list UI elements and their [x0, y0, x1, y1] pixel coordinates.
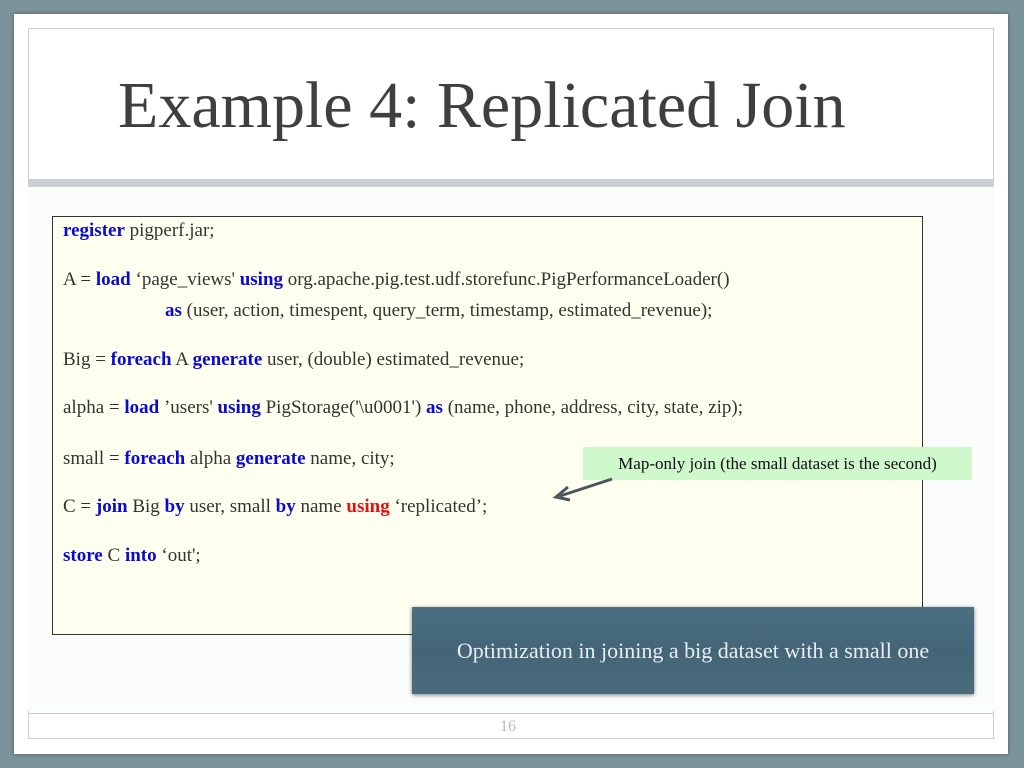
- code-text: user, (double) estimated_revenue;: [262, 349, 525, 370]
- code-line: C = join Big by user, small by name usin…: [63, 496, 487, 518]
- code-text: pigperf.jar;: [124, 220, 215, 241]
- code-text: small =: [63, 448, 125, 469]
- code-keyword: foreach: [110, 349, 172, 370]
- code-text: Big: [127, 496, 165, 517]
- code-line: as (user, action, timespent, query_term,…: [165, 300, 712, 322]
- code-keyword: into: [124, 545, 157, 566]
- code-keyword: register: [63, 220, 125, 241]
- code-line: alpha = load ’users' using PigStorage('\…: [63, 397, 743, 419]
- code-text: (name, phone, address, city, state, zip)…: [442, 397, 743, 418]
- code-text: alpha: [185, 448, 236, 469]
- code-line: Big = foreach A generate user, (double) …: [63, 349, 524, 371]
- footer-divider: [28, 713, 994, 714]
- code-text: A: [171, 349, 193, 370]
- code-text: org.apache.pig.test.udf.storefunc.PigPer…: [283, 269, 730, 290]
- slide-title: Example 4: Replicated Join: [118, 69, 846, 142]
- page-number: 16: [500, 718, 516, 735]
- code-line: store C into ‘out';: [63, 545, 201, 567]
- code-text: ‘out';: [156, 545, 201, 566]
- code-text: ’users': [159, 397, 218, 418]
- code-text: user, small: [184, 496, 276, 517]
- code-keyword: as: [426, 397, 443, 418]
- code-keyword: using: [239, 269, 284, 290]
- code-line: A = load ‘page_views' using org.apache.p…: [63, 269, 730, 291]
- code-text: name: [295, 496, 347, 517]
- arrow-icon: [552, 477, 613, 502]
- code-text: Big =: [63, 349, 111, 370]
- code-text: PigStorage('\u0001'): [260, 397, 427, 418]
- code-text: name, city;: [305, 448, 395, 469]
- code-box: register pigperf.jar; A = load ‘page_view…: [52, 216, 923, 635]
- code-keyword: load: [95, 269, 131, 290]
- code-keyword: store: [63, 545, 103, 566]
- code-keyword: using: [346, 496, 390, 517]
- code-keyword: as: [165, 300, 182, 321]
- code-text: C =: [63, 496, 96, 517]
- code-text: ‘page_views': [130, 269, 240, 290]
- code-text: alpha =: [63, 397, 125, 418]
- code-text: C: [102, 545, 125, 566]
- code-line: register pigperf.jar;: [63, 220, 215, 242]
- code-keyword: by: [275, 496, 296, 517]
- code-keyword: load: [124, 397, 160, 418]
- title-divider: [28, 179, 994, 187]
- code-keyword: generate: [235, 448, 306, 469]
- code-keyword: generate: [192, 349, 263, 370]
- code-text: ‘replicated’;: [389, 496, 488, 517]
- summary-banner: Optimization in joining a big dataset wi…: [412, 607, 974, 694]
- code-keyword: by: [164, 496, 185, 517]
- code-keyword: join: [95, 496, 128, 517]
- code-keyword: foreach: [124, 448, 186, 469]
- code-text: (user, action, timespent, query_term, ti…: [181, 300, 713, 321]
- code-text: A =: [63, 269, 96, 290]
- code-line: small = foreach alpha generate name, cit…: [63, 448, 395, 470]
- callout-note: Map-only join (the small dataset is the …: [583, 447, 972, 480]
- code-keyword: using: [217, 397, 261, 418]
